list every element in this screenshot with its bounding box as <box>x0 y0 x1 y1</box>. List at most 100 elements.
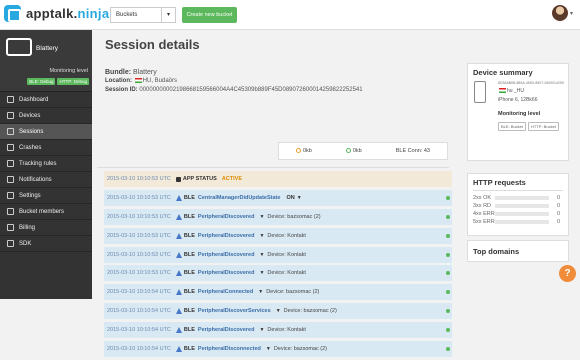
device-summary-title: Device summary <box>473 68 533 77</box>
http-row-value: 0 <box>557 211 561 217</box>
log-row[interactable]: 2015-03-10 10:10:53 UTC APP STATUS ACTIVE <box>104 171 452 187</box>
http-debug-tag: HTTP: Debug <box>57 78 89 85</box>
http-row-label: 2xx OK <box>473 195 492 201</box>
log-timestamp: 2015-03-10 10:10:53 UTC <box>107 251 171 258</box>
create-bucket-button[interactable]: Create new bucket <box>182 7 237 23</box>
app-status-icon <box>175 176 181 182</box>
bundle-value: Blattery <box>133 69 157 76</box>
status-dot-icon <box>446 328 450 333</box>
log-timestamp: 2015-03-10 10:10:53 UTC <box>107 232 171 239</box>
log-category: BLE <box>183 251 195 258</box>
log-event: PeripheralDiscovered <box>197 270 255 277</box>
devices-icon <box>7 112 14 119</box>
top-domains-panel: Top domains <box>467 240 569 262</box>
log-row[interactable]: 2015-03-10 10:10:53 UTC BLE PeripheralDisc… <box>104 227 452 244</box>
upload-value: 0kb <box>303 148 312 154</box>
bluetooth-icon <box>175 232 182 239</box>
sidebar-item-tracking-rules[interactable]: Tracking rules <box>0 156 92 172</box>
log-timestamp: 2015-03-10 10:10:53 UTC <box>107 194 171 201</box>
sidebar-item-label: Devices <box>19 112 41 119</box>
status-dot-icon <box>446 271 450 276</box>
device-card: Blattery Monitoring level BLE: Debug HTT… <box>0 30 92 92</box>
upload-icon <box>296 148 301 154</box>
log-category: BLE <box>183 346 195 353</box>
log-row[interactable]: 2015-03-10 10:10:54 UTC BLE PeripheralDisc… <box>104 341 452 358</box>
log-device: Device: Kontakt <box>267 270 306 277</box>
log-device: Device: Kontakt <box>267 232 306 239</box>
log-event: PeripheralDiscovered <box>197 232 255 239</box>
http-row-value: 0 <box>557 195 561 201</box>
location-value: HU, Budaörs <box>142 78 178 84</box>
sidebar-item-label: Billing <box>19 224 36 231</box>
bluetooth-icon <box>175 289 182 296</box>
logo-main: apptalk. <box>26 6 78 21</box>
log-row[interactable]: 2015-03-10 10:10:53 UTC BLE CentralManager… <box>104 189 452 206</box>
sidebar-item-devices[interactable]: Devices <box>0 108 92 124</box>
expand-icon[interactable]: ▼ <box>259 327 264 333</box>
sidebar-item-sessions[interactable]: Sessions <box>0 124 92 140</box>
log-timestamp: 2015-03-10 10:10:54 UTC <box>107 289 171 296</box>
log-device: Device: bazsomac (2) <box>283 308 337 315</box>
device-name: Blattery <box>36 45 59 52</box>
user-menu-chevron-icon[interactable]: ▾ <box>570 10 573 17</box>
sdk-icon <box>7 240 14 247</box>
log-event: CentralManagerDidUpdateState <box>197 194 281 201</box>
dashboard-icon <box>7 96 14 103</box>
logo-accent: ninja <box>77 6 110 21</box>
logo-icon <box>4 5 21 22</box>
sidebar-item-label: Sessions <box>19 128 44 135</box>
session-stats: 0kb 0kb BLE Conn: 43 <box>278 142 448 160</box>
http-row-value: 0 <box>557 219 561 225</box>
log-category: APP STATUS <box>182 176 217 182</box>
log-row[interactable]: 2015-03-10 10:10:54 UTC BLE PeripheralDisc… <box>104 322 452 339</box>
sidebar-item-bucket-members[interactable]: Bucket members <box>0 204 92 220</box>
log-row[interactable]: 2015-03-10 10:10:53 UTC BLE PeripheralDisc… <box>104 246 452 263</box>
sidebar-item-label: Dashboard <box>19 96 49 103</box>
expand-icon[interactable]: ▼ <box>259 233 264 239</box>
log-device: Device: bazsomac (2) <box>266 289 320 296</box>
bluetooth-icon <box>175 194 182 201</box>
main-content: Session details Bundle: Blattery Locatio… <box>92 30 580 358</box>
log-timestamp: 2015-03-10 10:10:53 UTC <box>107 213 171 220</box>
sidebar: Blattery Monitoring level BLE: Debug HTT… <box>0 30 92 299</box>
log-row[interactable]: 2015-03-10 10:10:53 UTC BLE PeripheralDisc… <box>104 265 452 282</box>
expand-icon[interactable]: ▼ <box>258 289 263 295</box>
http-row: 3xx RD 0 <box>473 202 563 210</box>
log-row[interactable]: 2015-03-10 10:10:54 UTC BLE PeripheralConn… <box>104 284 452 301</box>
http-row-value: 0 <box>557 203 561 209</box>
sidebar-item-notifications[interactable]: Notifications <box>0 172 92 188</box>
expand-icon[interactable]: ▼ <box>259 214 264 220</box>
sidebar-item-billing[interactable]: Billing <box>0 220 92 236</box>
sessions-icon <box>7 128 14 135</box>
sidebar-item-dashboard[interactable]: Dashboard <box>0 92 92 108</box>
upload-stat: 0kb <box>296 148 312 154</box>
http-row: 4xx ERR 0 <box>473 210 563 218</box>
sidebar-item-sdk[interactable]: SDK <box>0 236 92 252</box>
device-model: iPhone 6, 12Bk66 <box>498 97 538 103</box>
sidebar-item-label: Bucket members <box>19 208 65 215</box>
log-category: BLE <box>183 232 195 239</box>
members-icon <box>7 208 14 215</box>
avatar[interactable] <box>552 5 568 21</box>
sidebar-item-crashes[interactable]: Crashes <box>0 140 92 156</box>
bluetooth-icon <box>175 213 182 220</box>
expand-icon[interactable]: ▼ <box>259 252 264 258</box>
expand-icon[interactable]: ▼ <box>297 195 302 201</box>
expand-icon[interactable]: ▼ <box>276 308 281 314</box>
bucket-select[interactable]: Buckets ▾ <box>110 7 176 23</box>
log-category: BLE <box>183 308 195 315</box>
expand-icon[interactable]: ▼ <box>259 270 264 276</box>
log-row[interactable]: 2015-03-10 10:10:53 UTC BLE PeripheralDisc… <box>104 208 452 225</box>
log-timestamp: 2015-03-10 10:10:54 UTC <box>107 346 171 353</box>
notifications-icon <box>7 176 14 183</box>
help-button[interactable]: ? <box>559 265 576 282</box>
log-row[interactable]: 2015-03-10 10:10:54 UTC BLE PeripheralDisc… <box>104 303 452 320</box>
bluetooth-icon <box>175 251 182 258</box>
log-status: ON <box>286 194 295 201</box>
expand-icon[interactable]: ▼ <box>266 346 271 352</box>
sidebar-item-settings[interactable]: Settings <box>0 188 92 204</box>
log-event: PeripheralConnected <box>197 289 254 296</box>
sidebar-item-label: Tracking rules <box>19 160 57 167</box>
log-category: BLE <box>183 289 195 296</box>
logo[interactable]: apptalk.ninja <box>4 5 109 22</box>
